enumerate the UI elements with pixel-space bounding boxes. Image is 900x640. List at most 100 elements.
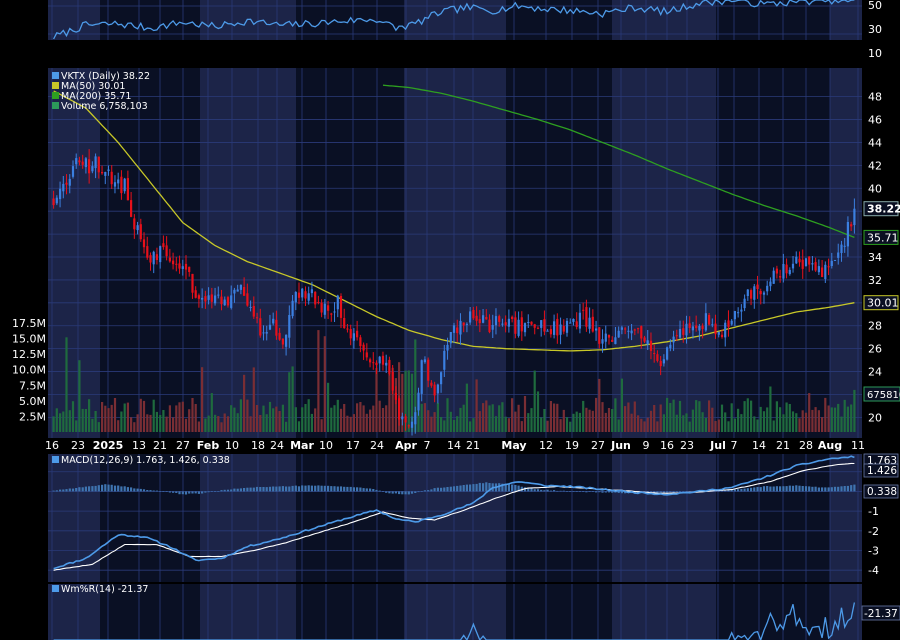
x-tick-label: 21: [466, 439, 480, 452]
candle-body: [643, 337, 646, 342]
macd-hist-bar: [433, 488, 436, 492]
volume-bar: [107, 408, 110, 432]
candle-body: [753, 286, 756, 300]
volume-bar: [372, 405, 375, 432]
volume-bar: [585, 407, 588, 432]
legend-swatch: [52, 92, 59, 99]
macd-hist-bar: [507, 484, 510, 492]
candle-body: [465, 323, 468, 325]
macd-hist-bar: [824, 487, 827, 492]
candle-body: [814, 262, 817, 271]
volume-bar: [708, 400, 711, 432]
candle-body: [133, 218, 136, 230]
volume-bar: [268, 401, 272, 432]
candle-body: [733, 311, 736, 320]
x-tick-label: Jul: [709, 439, 726, 452]
volume-bar: [772, 420, 775, 432]
macd-hist-bar: [255, 486, 259, 492]
candle-body: [226, 297, 230, 306]
candle-body: [117, 179, 120, 184]
candle-body: [243, 287, 246, 296]
volume-bar: [55, 408, 58, 432]
volume-bar: [359, 402, 362, 432]
candle-body: [81, 161, 84, 165]
volume-bar: [633, 401, 636, 432]
candle-body: [569, 322, 572, 324]
macd-hist-bar: [294, 485, 297, 492]
candle-body: [191, 273, 194, 293]
macd-hist-bar: [378, 490, 381, 492]
macd-hist-bar: [394, 491, 397, 494]
candle-body: [827, 266, 830, 268]
volume-bar: [840, 416, 843, 432]
macd-hist-bar: [827, 487, 830, 492]
month-band: [830, 454, 862, 582]
volume-bar: [65, 337, 68, 432]
candle-body: [407, 425, 410, 427]
legend-swatch: [52, 102, 59, 109]
volume-bar: [191, 398, 194, 432]
volume-bar: [720, 404, 724, 432]
candle-body: [172, 260, 175, 265]
candle-body: [217, 294, 220, 296]
x-tick-label: 10: [319, 439, 333, 452]
candle-body: [423, 359, 426, 363]
macd-hist-bar: [165, 491, 168, 492]
macd-hist-bar: [81, 487, 84, 492]
volume-tick-label: 10.0M: [12, 364, 46, 377]
candle-body: [281, 338, 284, 345]
volume-bar: [801, 410, 804, 432]
wpr-legend-swatch: [52, 585, 59, 592]
volume-bar: [223, 413, 226, 432]
macd-hist-bar: [485, 482, 488, 492]
volume-bar: [165, 416, 168, 432]
macd-hist-bar: [569, 491, 572, 492]
price-tick-label: 32: [868, 274, 882, 287]
candle-body: [565, 320, 569, 333]
volume-bar: [578, 412, 581, 432]
macd-hist-bar: [559, 490, 562, 492]
candle-body: [101, 172, 104, 174]
macd-hist-bar: [540, 489, 543, 492]
macd-hist-bar: [417, 491, 420, 493]
candle-body: [588, 317, 591, 329]
macd-hist-bar: [804, 486, 808, 492]
macd-hist-bar: [604, 491, 607, 493]
volume-bar: [385, 405, 388, 432]
candle-body: [181, 266, 184, 269]
macd-hist-bar: [407, 491, 410, 495]
volume-bar: [695, 400, 698, 432]
macd-hist-bar: [356, 487, 359, 492]
volume-bar: [197, 421, 200, 432]
volume-bar: [572, 413, 575, 432]
candle-body: [346, 328, 349, 330]
candle-body: [750, 290, 753, 299]
candle-body: [720, 334, 724, 337]
volume-bar: [507, 418, 510, 432]
macd-hist-bar: [168, 491, 171, 493]
macd-badge: 1.426: [863, 463, 899, 478]
candle-body: [520, 317, 523, 332]
candle-body: [443, 350, 446, 370]
macd-hist-bar: [307, 485, 310, 492]
candle-body: [743, 298, 746, 309]
candle-body: [291, 300, 294, 317]
candle-body: [653, 353, 656, 354]
volume-bar: [343, 404, 346, 432]
volume-bar: [714, 421, 717, 432]
macd-hist-bar: [753, 487, 756, 492]
macd-hist-bar: [78, 487, 81, 492]
volume-bar: [443, 420, 446, 432]
candle-body: [837, 252, 840, 258]
volume-bar: [314, 408, 317, 432]
macd-hist-bar: [469, 484, 472, 492]
candle-body: [78, 160, 81, 163]
volume-bar: [320, 419, 323, 432]
volume-bar: [255, 405, 259, 432]
volume-bar: [646, 417, 649, 432]
candle-body: [375, 362, 378, 366]
volume-bar: [427, 410, 430, 432]
macd-hist-bar: [769, 486, 772, 492]
macd-hist-bar: [349, 486, 352, 492]
volume-bar: [310, 413, 313, 432]
